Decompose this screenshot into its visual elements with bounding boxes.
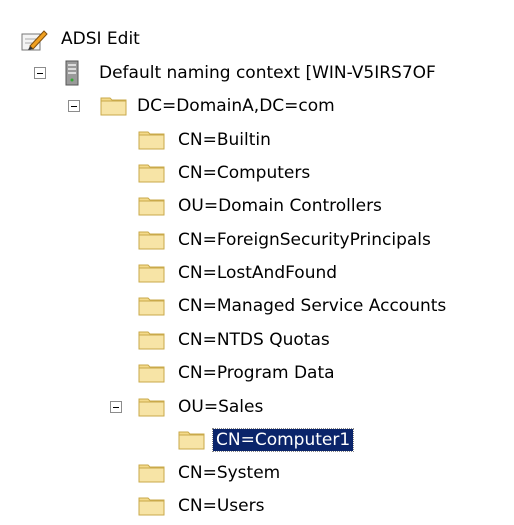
folder-icon: [138, 497, 165, 516]
tree-node-label: ADSI Edit: [61, 28, 140, 49]
tree-node-label: CN=System: [178, 462, 281, 483]
tree-node-label: DC=DomainA,DC=com: [137, 95, 335, 116]
tree-node-label: CN=Computers: [178, 162, 311, 183]
tree-node-label: CN=Managed Service Accounts: [178, 295, 447, 316]
tree-node-label: CN=LostAndFound: [178, 262, 338, 283]
folder-icon: [138, 231, 165, 250]
folder-icon: [138, 331, 165, 350]
tree-node-label: OU=Domain Controllers: [178, 195, 382, 216]
folder-icon: [138, 297, 165, 316]
folder-icon: [178, 431, 205, 450]
folder-icon: [138, 398, 165, 417]
tree-node-label: CN=NTDS Quotas: [178, 329, 330, 350]
collapse-toggle[interactable]: [110, 401, 122, 413]
tree-node-label: CN=Program Data: [178, 362, 335, 383]
adsi-tree: ADSI Edit Default naming context [WIN-V5…: [0, 0, 514, 525]
tree-node-label: Default naming context [WIN-V5IRS7OF: [99, 62, 436, 83]
collapse-toggle[interactable]: [68, 100, 80, 112]
tree-node-label: CN=ForeignSecurityPrincipals: [178, 229, 431, 250]
folder-icon: [100, 97, 127, 116]
folder-icon: [138, 264, 165, 283]
adsi-edit-icon: [21, 30, 48, 51]
folder-icon: [138, 131, 165, 150]
server-icon: [65, 60, 79, 86]
folder-icon: [138, 364, 165, 383]
folder-icon: [138, 164, 165, 183]
tree-node-label: CN=Users: [178, 495, 265, 516]
collapse-toggle[interactable]: [34, 67, 46, 79]
tree-node-label-selected: CN=Computer1: [211, 427, 355, 452]
tree-node-label: CN=Builtin: [178, 129, 271, 150]
folder-icon: [138, 197, 165, 216]
folder-icon: [138, 464, 165, 483]
tree-node-label: OU=Sales: [178, 396, 264, 417]
